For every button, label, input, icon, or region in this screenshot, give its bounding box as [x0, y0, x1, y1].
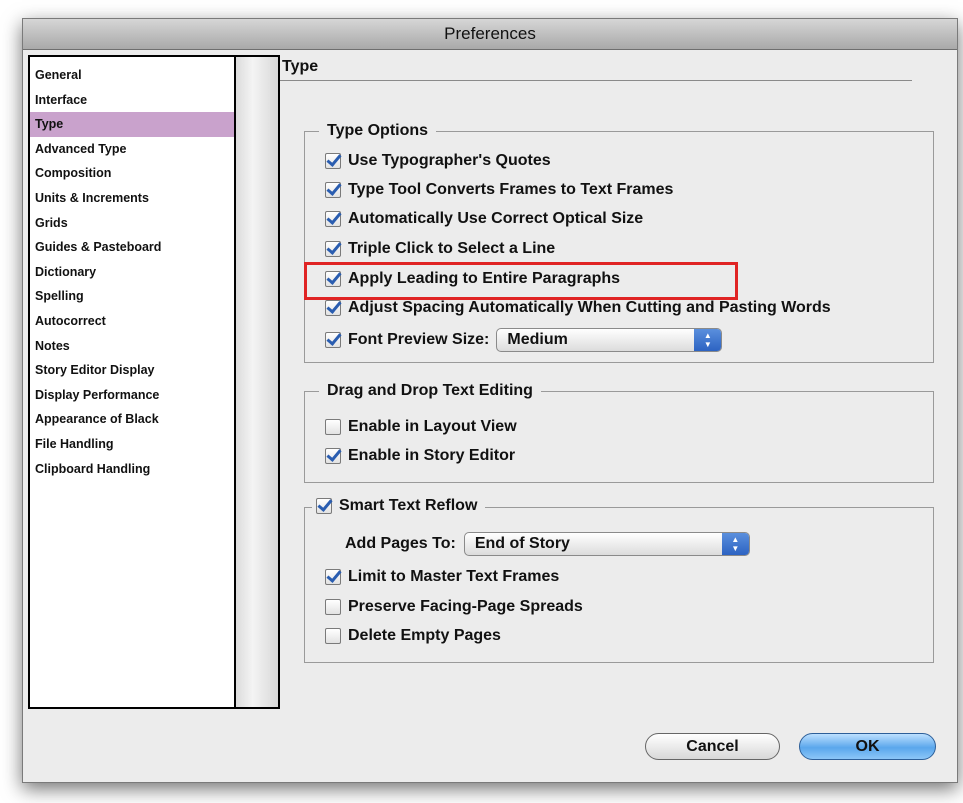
sidebar-item-type[interactable]: Type: [30, 112, 234, 137]
option-delete-empty-pages[interactable]: Delete Empty Pages: [325, 627, 501, 645]
ok-button[interactable]: OK: [799, 733, 936, 760]
option-adjust-spacing[interactable]: Adjust Spacing Automatically When Cuttin…: [325, 299, 831, 317]
sidebar-scrollbar[interactable]: [234, 57, 278, 707]
option-label: Adjust Spacing Automatically When Cuttin…: [348, 299, 831, 316]
sidebar-item-units-increments[interactable]: Units & Increments: [30, 186, 234, 211]
option-label: Triple Click to Select a Line: [348, 240, 556, 257]
option-limit-master-frames[interactable]: Limit to Master Text Frames: [325, 568, 559, 586]
sidebar-item-notes[interactable]: Notes: [30, 334, 234, 359]
checkbox-enable-story-editor[interactable]: [325, 448, 341, 464]
select-arrows-icon: ▲ ▼: [721, 533, 749, 555]
add-pages-row: Add Pages To: End of Story ▲ ▼: [345, 532, 750, 556]
option-label: Limit to Master Text Frames: [348, 568, 560, 585]
sidebar-item-spelling[interactable]: Spelling: [30, 284, 234, 309]
option-triple-click[interactable]: Triple Click to Select a Line: [325, 240, 555, 258]
sidebar-item-guides-pasteboard[interactable]: Guides & Pasteboard: [30, 235, 234, 260]
select-arrows-icon: ▲ ▼: [694, 329, 722, 351]
cancel-button[interactable]: Cancel: [645, 733, 780, 760]
smart-text-reflow-toggle[interactable]: Smart Text Reflow: [312, 497, 486, 515]
select-value: End of Story: [474, 535, 570, 552]
option-label: Use Typographer's Quotes: [348, 152, 551, 169]
drag-drop-title: Drag and Drop Text Editing: [319, 381, 541, 401]
checkbox-delete-empty-pages[interactable]: [325, 628, 341, 644]
select-value: Medium: [507, 331, 568, 348]
sidebar-item-interface[interactable]: Interface: [30, 88, 234, 113]
page-title: Type: [282, 58, 319, 75]
option-label: Type Tool Converts Frames to Text Frames: [348, 181, 674, 198]
type-options-title: Type Options: [319, 121, 437, 141]
checkbox-preserve-spreads[interactable]: [325, 599, 341, 615]
option-type-tool-converts[interactable]: Type Tool Converts Frames to Text Frames: [325, 181, 673, 199]
checkbox-typographers-quotes[interactable]: [325, 153, 341, 169]
sidebar-item-appearance-of-black[interactable]: Appearance of Black: [30, 407, 234, 432]
font-preview-size-select[interactable]: Medium ▲ ▼: [496, 328, 723, 352]
sidebar-item-dictionary[interactable]: Dictionary: [30, 260, 234, 285]
window-title: Preferences: [23, 19, 957, 50]
highlight-box: [304, 262, 738, 300]
preferences-category-list: General Interface Type Advanced Type Com…: [28, 55, 280, 709]
sidebar-item-autocorrect[interactable]: Autocorrect: [30, 309, 234, 334]
option-label: Enable in Story Editor: [348, 447, 516, 464]
sidebar-item-display-performance[interactable]: Display Performance: [30, 383, 234, 408]
option-font-preview-size[interactable]: Font Preview Size: Medium ▲ ▼: [325, 328, 723, 352]
option-enable-layout-view[interactable]: Enable in Layout View: [325, 418, 517, 436]
sidebar-item-story-editor-display[interactable]: Story Editor Display: [30, 358, 234, 383]
checkbox-font-preview-size[interactable]: [325, 332, 341, 348]
option-label: Automatically Use Correct Optical Size: [348, 210, 644, 227]
option-label: Preserve Facing-Page Spreads: [348, 598, 583, 615]
checkbox-triple-click[interactable]: [325, 241, 341, 257]
sidebar-item-general[interactable]: General: [30, 63, 234, 88]
checkbox-limit-master-frames[interactable]: [325, 569, 341, 585]
checkbox-type-tool-converts[interactable]: [325, 182, 341, 198]
option-enable-story-editor[interactable]: Enable in Story Editor: [325, 447, 515, 465]
option-label: Enable in Layout View: [348, 418, 517, 435]
smart-text-reflow-label: Smart Text Reflow: [339, 497, 478, 514]
drag-drop-group: Drag and Drop Text Editing: [304, 381, 934, 483]
checkbox-adjust-spacing[interactable]: [325, 300, 341, 316]
option-label: Font Preview Size:: [348, 331, 490, 348]
option-label: Delete Empty Pages: [348, 627, 501, 644]
sidebar-item-advanced-type[interactable]: Advanced Type: [30, 137, 234, 162]
option-optical-size[interactable]: Automatically Use Correct Optical Size: [325, 210, 643, 228]
checkbox-enable-layout-view[interactable]: [325, 419, 341, 435]
sidebar-item-file-handling[interactable]: File Handling: [30, 432, 234, 457]
option-preserve-spreads[interactable]: Preserve Facing-Page Spreads: [325, 598, 583, 616]
category-list: General Interface Type Advanced Type Com…: [30, 57, 234, 713]
add-pages-select[interactable]: End of Story ▲ ▼: [463, 532, 750, 556]
heading-divider: [280, 80, 912, 81]
checkbox-smart-text-reflow[interactable]: [316, 498, 332, 514]
sidebar-item-composition[interactable]: Composition: [30, 161, 234, 186]
checkbox-optical-size[interactable]: [325, 211, 341, 227]
add-pages-label: Add Pages To:: [345, 535, 456, 552]
option-typographers-quotes[interactable]: Use Typographer's Quotes: [325, 152, 551, 170]
sidebar-item-grids[interactable]: Grids: [30, 211, 234, 236]
sidebar-item-clipboard-handling[interactable]: Clipboard Handling: [30, 457, 234, 482]
